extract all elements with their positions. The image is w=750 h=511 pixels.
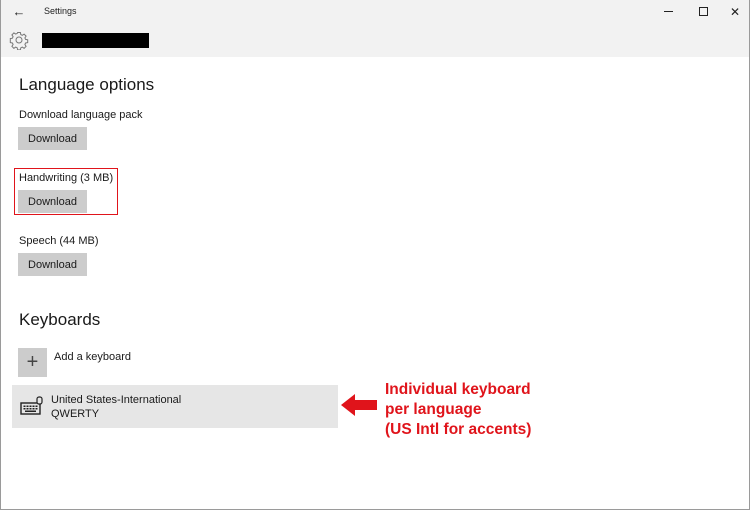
redacted-page-name xyxy=(42,33,149,48)
gear-icon xyxy=(9,32,29,50)
download-handwriting-button[interactable]: Download xyxy=(18,190,87,213)
settings-window: ← Settings ✕ Language options Download l… xyxy=(0,0,750,510)
page-header xyxy=(1,24,749,57)
language-options-heading: Language options xyxy=(19,75,155,94)
close-button[interactable]: ✕ xyxy=(718,0,750,24)
minimize-button[interactable] xyxy=(651,0,685,24)
title-bar: ← Settings ✕ xyxy=(1,0,749,24)
language-pack-label: Download language pack xyxy=(19,109,143,121)
keyboard-list-item[interactable]: United States-International QWERTY xyxy=(12,385,338,428)
add-keyboard-label[interactable]: Add a keyboard xyxy=(54,351,131,363)
keyboard-layout: QWERTY xyxy=(51,408,100,420)
keyboard-name: United States-International xyxy=(51,394,182,406)
plus-icon: + xyxy=(26,351,39,373)
back-button[interactable]: ← xyxy=(9,3,29,21)
download-speech-button[interactable]: Download xyxy=(18,253,87,276)
annotation-line: per language xyxy=(385,401,482,418)
annotation-line: Individual keyboard xyxy=(385,381,531,398)
maximize-icon xyxy=(698,7,708,17)
speech-label: Speech (44 MB) xyxy=(19,235,99,247)
handwriting-label: Handwriting (3 MB) xyxy=(19,172,114,184)
annotation-text: Individual keyboard per language (US Int… xyxy=(385,380,531,440)
add-keyboard-button[interactable]: + xyxy=(18,348,47,377)
minimize-icon xyxy=(663,11,673,13)
keyboards-heading: Keyboards xyxy=(19,310,101,329)
back-arrow-icon: ← xyxy=(12,4,26,19)
maximize-button[interactable] xyxy=(686,0,720,24)
window-title: Settings xyxy=(44,6,77,16)
keyboard-icon xyxy=(20,396,43,415)
close-icon: ✕ xyxy=(729,5,741,19)
download-language-pack-button[interactable]: Download xyxy=(18,127,87,150)
annotation-line: (US Intl for accents) xyxy=(385,421,532,438)
red-arrow-icon xyxy=(341,394,377,416)
